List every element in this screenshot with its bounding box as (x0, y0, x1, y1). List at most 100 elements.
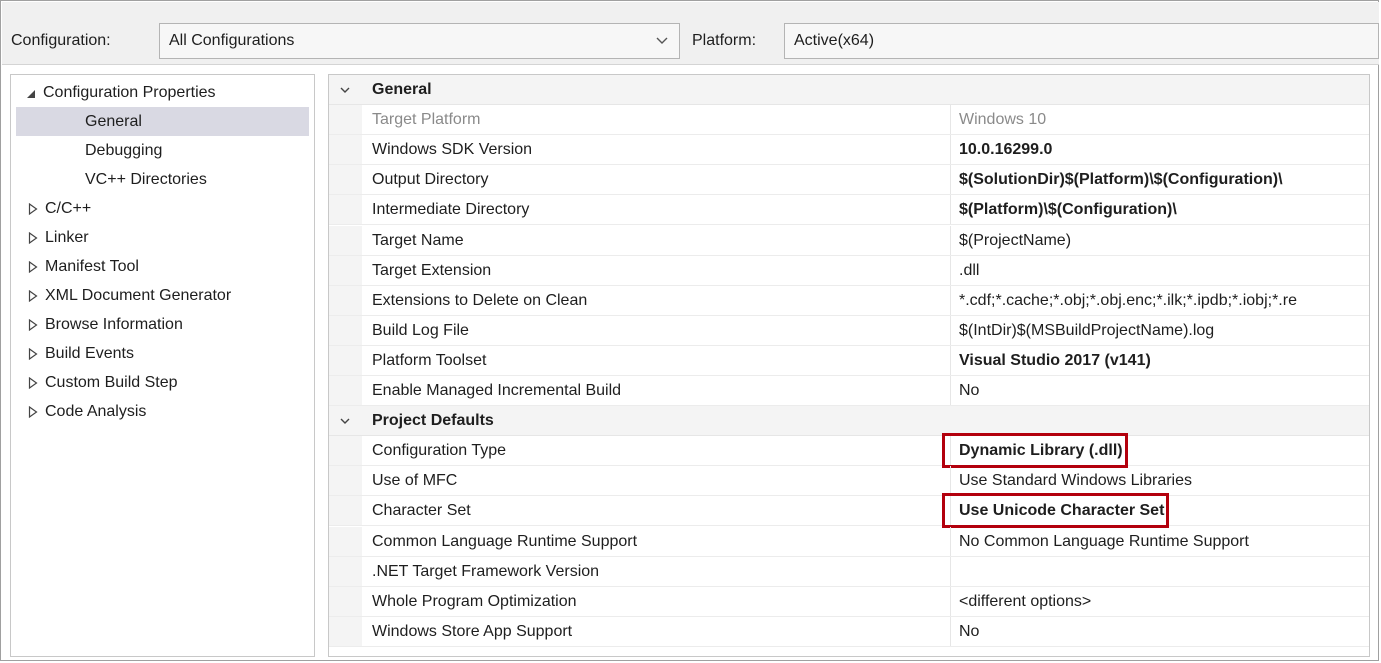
property-row-extensions-to-delete-on-clean[interactable]: Extensions to Delete on Clean *.cdf;*.cac… (329, 286, 1369, 316)
property-name: Use of MFC (372, 472, 458, 489)
property-value[interactable]: <different options> (959, 587, 1369, 617)
category-project-defaults[interactable]: Project Defaults (329, 406, 1369, 436)
expanded-triangle-icon[interactable] (26, 88, 36, 100)
property-pages-window: Configuration: All Configurations Platfo… (0, 0, 1379, 661)
chevron-down-icon[interactable] (339, 84, 351, 96)
configuration-dropdown[interactable]: All Configurations (159, 23, 680, 59)
property-value[interactable]: No (959, 617, 1369, 647)
property-value[interactable]: Visual Studio 2017 (v141) (959, 346, 1369, 376)
tree-item-manifest-tool[interactable]: Manifest Tool (11, 252, 310, 281)
property-row-configuration-type[interactable]: Configuration Type Dynamic Library (.dll) (329, 436, 1369, 466)
column-divider[interactable] (950, 617, 951, 646)
collapsed-triangle-icon[interactable] (28, 377, 38, 389)
tree-item-browse-information[interactable]: Browse Information (11, 310, 310, 339)
column-divider[interactable] (950, 286, 951, 315)
property-value[interactable]: $(IntDir)$(MSBuildProjectName).log (959, 316, 1369, 346)
property-value[interactable]: No Common Language Runtime Support (959, 527, 1369, 557)
category-label: General (372, 81, 432, 98)
tree-item-vc-directories[interactable]: VC++ Directories (11, 165, 310, 194)
property-value[interactable]: Use Standard Windows Libraries (959, 466, 1369, 496)
property-row-target-name[interactable]: Target Name $(ProjectName) (329, 226, 1369, 256)
collapsed-triangle-icon[interactable] (28, 203, 38, 215)
column-divider[interactable] (950, 557, 951, 586)
property-name: .NET Target Framework Version (372, 563, 600, 580)
property-value[interactable]: $(Platform)\$(Configuration)\ (959, 195, 1369, 225)
row-gutter (329, 195, 362, 224)
collapsed-triangle-icon[interactable] (28, 232, 38, 244)
tree-item-linker[interactable]: Linker (11, 223, 310, 252)
property-row-windows-sdk-version[interactable]: Windows SDK Version 10.0.16299.0 (329, 135, 1369, 165)
property-value[interactable]: *.cdf;*.cache;*.obj;*.obj.enc;*.ilk;*.ip… (959, 286, 1369, 316)
column-divider[interactable] (950, 466, 951, 495)
property-row-net-target-framework-version[interactable]: .NET Target Framework Version (329, 557, 1369, 587)
tree-item-c-c[interactable]: C/C++ (11, 194, 310, 223)
chevron-down-icon[interactable] (339, 415, 351, 427)
row-gutter (329, 527, 362, 556)
platform-dropdown[interactable]: Active(x64) (784, 23, 1379, 59)
property-name: Enable Managed Incremental Build (372, 382, 622, 399)
column-divider[interactable] (950, 226, 951, 255)
row-gutter (329, 105, 362, 134)
property-row-common-language-runtime-support[interactable]: Common Language Runtime Support No Common… (329, 527, 1369, 557)
property-row-target-platform[interactable]: Target Platform Windows 10 (329, 105, 1369, 135)
row-gutter (329, 617, 362, 646)
property-row-enable-managed-incremental-build[interactable]: Enable Managed Incremental Build No (329, 376, 1369, 406)
property-name: Output Directory (372, 171, 489, 188)
collapsed-triangle-icon[interactable] (28, 290, 38, 302)
property-name: Target Extension (372, 262, 492, 279)
column-divider[interactable] (950, 587, 951, 616)
tree-item-label: Code Analysis (45, 403, 147, 420)
row-gutter (329, 346, 362, 375)
column-divider[interactable] (950, 135, 951, 164)
tree-item-general[interactable]: General (16, 107, 309, 136)
property-name: Character Set (372, 502, 471, 519)
row-gutter (329, 226, 362, 255)
collapsed-triangle-icon[interactable] (28, 406, 38, 418)
highlight-box (942, 433, 1128, 468)
property-row-whole-program-optimization[interactable]: Whole Program Optimization <different opt… (329, 587, 1369, 617)
property-value[interactable]: .dll (959, 256, 1369, 286)
property-name: Whole Program Optimization (372, 593, 577, 610)
row-gutter (329, 256, 362, 285)
column-divider[interactable] (950, 256, 951, 285)
property-value[interactable]: $(ProjectName) (959, 226, 1369, 256)
property-row-output-directory[interactable]: Output Directory $(SolutionDir)$(Platform… (329, 165, 1369, 195)
tree-item-build-events[interactable]: Build Events (11, 339, 310, 368)
property-row-character-set[interactable]: Character Set Use Unicode Character Set (329, 496, 1369, 526)
tree-item-debugging[interactable]: Debugging (11, 136, 310, 165)
tree-item-configuration-properties[interactable]: Configuration Properties (11, 78, 310, 107)
property-name: Build Log File (372, 322, 469, 339)
collapsed-triangle-icon[interactable] (28, 319, 38, 331)
column-divider[interactable] (950, 105, 951, 134)
tree-item-custom-build-step[interactable]: Custom Build Step (11, 368, 310, 397)
column-divider[interactable] (950, 527, 951, 556)
property-row-target-extension[interactable]: Target Extension .dll (329, 256, 1369, 286)
configuration-dropdown-value: All Configurations (169, 32, 295, 49)
column-divider[interactable] (950, 346, 951, 375)
property-value[interactable]: Windows 10 (959, 105, 1369, 135)
property-value[interactable]: 10.0.16299.0 (959, 135, 1369, 165)
property-value[interactable]: $(SolutionDir)$(Platform)\$(Configuratio… (959, 165, 1369, 195)
collapsed-triangle-icon[interactable] (28, 261, 38, 273)
tree-item-label: Manifest Tool (45, 258, 139, 275)
column-divider[interactable] (950, 316, 951, 345)
row-gutter (329, 466, 362, 495)
category-general[interactable]: General (329, 75, 1369, 105)
property-row-platform-toolset[interactable]: Platform Toolset Visual Studio 2017 (v141… (329, 346, 1369, 376)
property-row-windows-store-app-support[interactable]: Windows Store App Support No (329, 617, 1369, 647)
collapsed-triangle-icon[interactable] (28, 348, 38, 360)
property-row-intermediate-directory[interactable]: Intermediate Directory $(Platform)\$(Conf… (329, 195, 1369, 225)
property-value[interactable]: No (959, 376, 1369, 406)
property-row-build-log-file[interactable]: Build Log File $(IntDir)$(MSBuildProjectN… (329, 316, 1369, 346)
tree-item-label: General (85, 113, 142, 130)
property-name: Intermediate Directory (372, 201, 530, 218)
tree-item-code-analysis[interactable]: Code Analysis (11, 397, 310, 426)
configuration-label: Configuration: (11, 32, 111, 49)
platform-dropdown-value: Active(x64) (794, 32, 875, 49)
column-divider[interactable] (950, 376, 951, 405)
tree-item-xml-document-generator[interactable]: XML Document Generator (11, 281, 310, 310)
property-row-use-of-mfc[interactable]: Use of MFC Use Standard Windows Libraries (329, 466, 1369, 496)
category-label: Project Defaults (372, 412, 494, 429)
column-divider[interactable] (950, 195, 951, 224)
column-divider[interactable] (950, 165, 951, 194)
